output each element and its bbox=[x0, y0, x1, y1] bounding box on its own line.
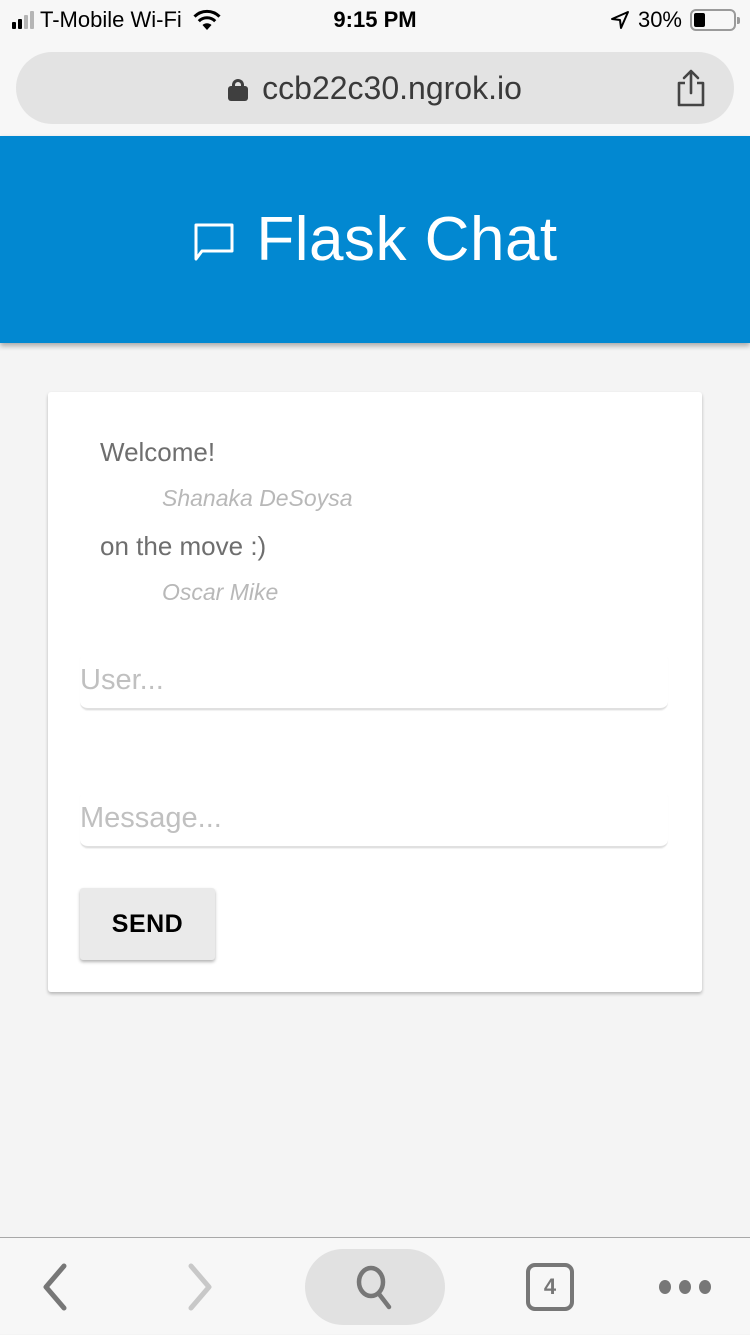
search-button[interactable] bbox=[305, 1238, 445, 1335]
url-text: ccb22c30.ngrok.io bbox=[262, 70, 522, 106]
message-field bbox=[80, 790, 668, 848]
message-item: Welcome! Shanaka DeSoysa bbox=[100, 436, 353, 530]
tabs-button[interactable]: 4 bbox=[520, 1238, 580, 1335]
address-bar[interactable]: ccb22c30.ngrok.io bbox=[16, 52, 734, 124]
message-item: on the move :) Oscar Mike bbox=[100, 530, 353, 624]
message-input[interactable] bbox=[80, 790, 668, 846]
chat-card: Welcome! Shanaka DeSoysa on the move :) … bbox=[48, 392, 702, 992]
more-dot bbox=[699, 1279, 711, 1294]
tabs-count-icon: 4 bbox=[526, 1262, 574, 1311]
chevron-left-icon bbox=[43, 1263, 67, 1310]
message-text: on the move :) bbox=[100, 531, 267, 561]
app-title: Flask Chat bbox=[256, 205, 558, 274]
more-dot bbox=[679, 1279, 691, 1294]
message-text: Welcome! bbox=[100, 437, 216, 467]
battery-icon bbox=[690, 9, 740, 31]
share-icon[interactable] bbox=[674, 68, 708, 108]
location-arrow-icon bbox=[610, 11, 629, 29]
browser-address-area: ccb22c30.ngrok.io bbox=[0, 40, 750, 136]
lock-icon bbox=[228, 79, 249, 101]
battery-percent: 30% bbox=[637, 7, 682, 32]
back-button[interactable] bbox=[30, 1238, 80, 1335]
forward-button[interactable] bbox=[175, 1238, 225, 1335]
search-icon bbox=[356, 1265, 392, 1309]
chevron-right-icon bbox=[188, 1263, 212, 1310]
status-bar: T-Mobile Wi-Fi 9:15 PM 30% bbox=[0, 0, 750, 40]
send-button[interactable]: SEND bbox=[80, 888, 215, 960]
app-header: Flask Chat bbox=[0, 136, 750, 343]
more-button[interactable] bbox=[650, 1238, 720, 1335]
user-field bbox=[80, 652, 668, 710]
message-list: Welcome! Shanaka DeSoysa on the move :) … bbox=[100, 436, 353, 624]
message-author: Shanaka DeSoysa bbox=[162, 485, 353, 511]
message-author: Oscar Mike bbox=[162, 579, 279, 605]
chat-bubble-icon bbox=[194, 223, 234, 260]
browser-toolbar: 4 bbox=[0, 1237, 750, 1334]
more-dot bbox=[659, 1279, 671, 1294]
user-input[interactable] bbox=[80, 652, 668, 708]
